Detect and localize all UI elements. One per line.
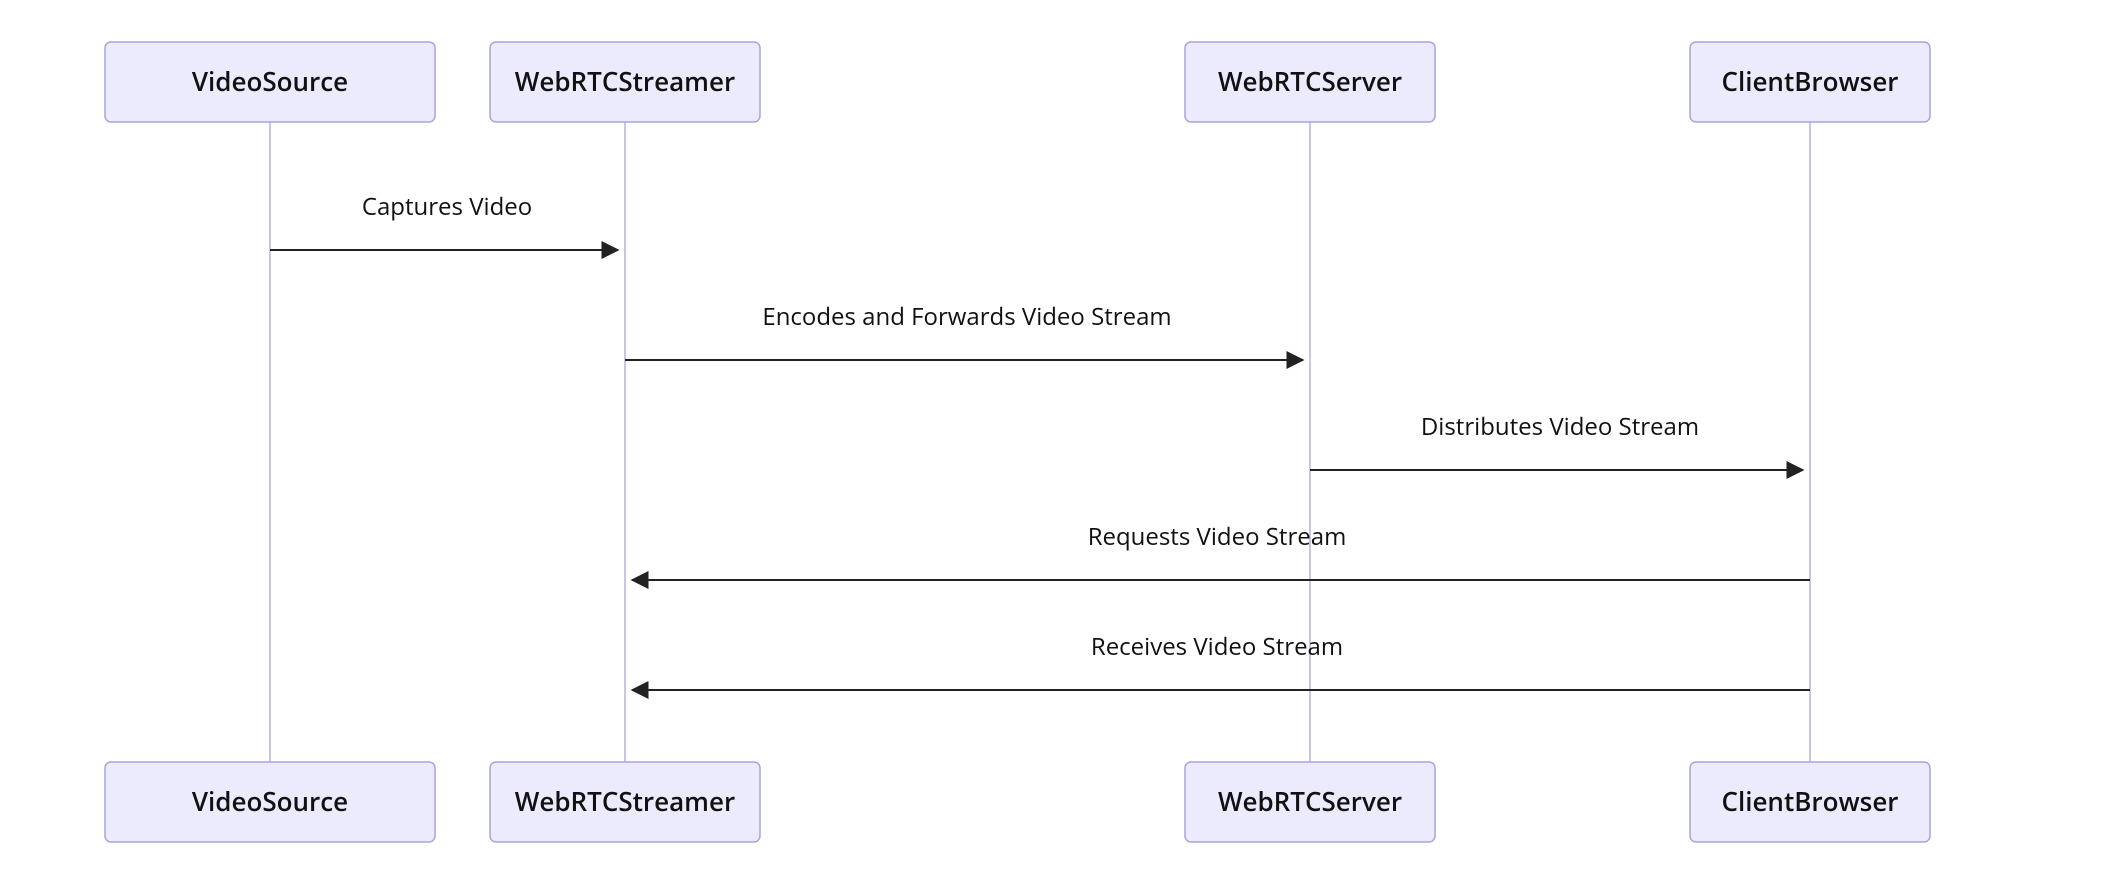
actor-label: VideoSource bbox=[192, 63, 348, 99]
message-label: Distributes Video Stream bbox=[1421, 410, 1699, 443]
message-encodes-forwards: Encodes and Forwards Video Stream bbox=[625, 300, 1303, 360]
actor-label: VideoSource bbox=[192, 783, 348, 819]
actor-webrtc-server-top: WebRTCServer bbox=[1185, 42, 1435, 122]
actor-webrtc-streamer-bottom: WebRTCStreamer bbox=[490, 762, 760, 842]
actor-client-browser-bottom: ClientBrowser bbox=[1690, 762, 1930, 842]
actor-label: WebRTCServer bbox=[1218, 783, 1402, 819]
message-captures-video: Captures Video bbox=[270, 190, 618, 250]
actor-label: WebRTCStreamer bbox=[515, 63, 735, 99]
message-requests: Requests Video Stream bbox=[632, 520, 1810, 580]
sequence-diagram: VideoSource WebRTCStreamer WebRTCServer … bbox=[0, 0, 2120, 882]
actor-label: ClientBrowser bbox=[1721, 783, 1898, 819]
message-label: Requests Video Stream bbox=[1088, 520, 1347, 553]
actor-webrtc-server-bottom: WebRTCServer bbox=[1185, 762, 1435, 842]
actor-label: WebRTCServer bbox=[1218, 63, 1402, 99]
actor-label: WebRTCStreamer bbox=[515, 783, 735, 819]
message-label: Captures Video bbox=[362, 190, 532, 223]
actor-video-source-bottom: VideoSource bbox=[105, 762, 435, 842]
actor-client-browser-top: ClientBrowser bbox=[1690, 42, 1930, 122]
message-receives: Receives Video Stream bbox=[632, 630, 1810, 690]
message-distributes: Distributes Video Stream bbox=[1310, 410, 1803, 470]
actor-webrtc-streamer-top: WebRTCStreamer bbox=[490, 42, 760, 122]
message-label: Receives Video Stream bbox=[1091, 630, 1343, 663]
actor-video-source-top: VideoSource bbox=[105, 42, 435, 122]
actor-label: ClientBrowser bbox=[1721, 63, 1898, 99]
message-label: Encodes and Forwards Video Stream bbox=[762, 300, 1171, 333]
